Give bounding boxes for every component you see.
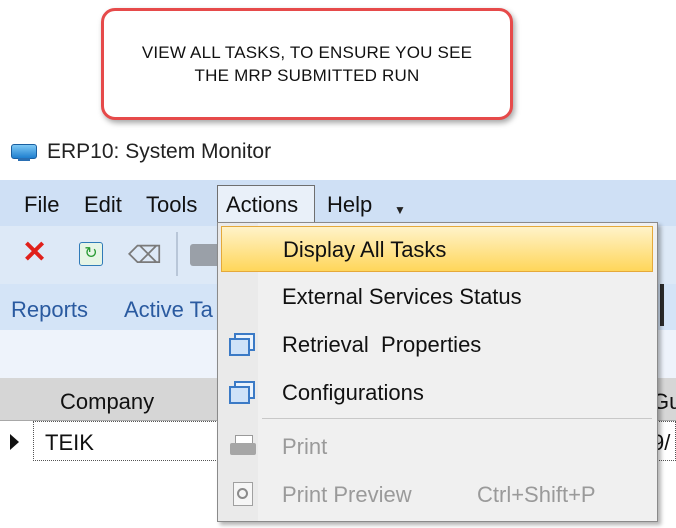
menu-file[interactable]: File: [24, 192, 59, 218]
monitor-icon: [9, 142, 39, 162]
menu-actions[interactable]: Actions: [226, 192, 298, 218]
row-selector-icon[interactable]: [10, 434, 19, 450]
column-header-company[interactable]: Company: [60, 389, 154, 415]
refresh-icon[interactable]: ↻: [79, 242, 103, 266]
menu-item-print-preview[interactable]: Print Preview Ctrl+Shift+P: [221, 472, 653, 518]
menu-item-configurations[interactable]: Configurations: [221, 370, 653, 416]
menu-item-shortcut: Ctrl+Shift+P: [477, 482, 596, 507]
callout-text: VIEW ALL TASKS, TO ENSURE YOU SEE THE MR…: [141, 43, 473, 85]
menu-tools[interactable]: Tools: [146, 192, 197, 218]
print-preview-icon: [229, 481, 257, 507]
menu-item-label: Retrieval Properties: [282, 332, 482, 357]
menu-help[interactable]: Help: [327, 192, 372, 218]
menu-item-label: Print: [282, 434, 328, 459]
menu-item-label: Print Preview: [282, 482, 412, 507]
menu-item-display-all-tasks[interactable]: Display All Tasks: [221, 226, 653, 272]
delete-icon[interactable]: ✕: [22, 238, 47, 268]
window-title: ERP10: System Monitor: [47, 140, 272, 163]
menu-item-label: Display All Tasks: [283, 237, 447, 262]
window-titlebar: ERP10: System Monitor: [0, 136, 676, 168]
menu-edit[interactable]: Edit: [84, 192, 122, 218]
menu-item-label: Configurations: [282, 380, 424, 405]
cell-company: TEIK: [45, 430, 94, 455]
tab-reports[interactable]: Reports: [11, 297, 88, 323]
menu-item-external-services-status[interactable]: External Services Status: [221, 274, 653, 320]
print-icon[interactable]: [190, 244, 220, 266]
eraser-icon[interactable]: ⌫: [128, 241, 162, 270]
window-icon: [229, 379, 257, 405]
print-icon: [229, 433, 257, 459]
instruction-callout: VIEW ALL TASKS, TO ENSURE YOU SEE THE MR…: [101, 8, 513, 120]
menu-separator: [262, 418, 652, 419]
menu-item-retrieval-properties[interactable]: Retrieval Properties: [221, 322, 653, 368]
toolbar-divider: [176, 232, 178, 276]
chevron-down-icon[interactable]: ▼: [394, 203, 406, 217]
menu-item-label: External Services Status: [282, 284, 522, 309]
menu-item-print[interactable]: Print: [221, 424, 653, 470]
tab-active-tasks[interactable]: Active Ta: [124, 297, 213, 323]
window-icon: [229, 331, 257, 357]
tab-divider: [660, 284, 664, 326]
